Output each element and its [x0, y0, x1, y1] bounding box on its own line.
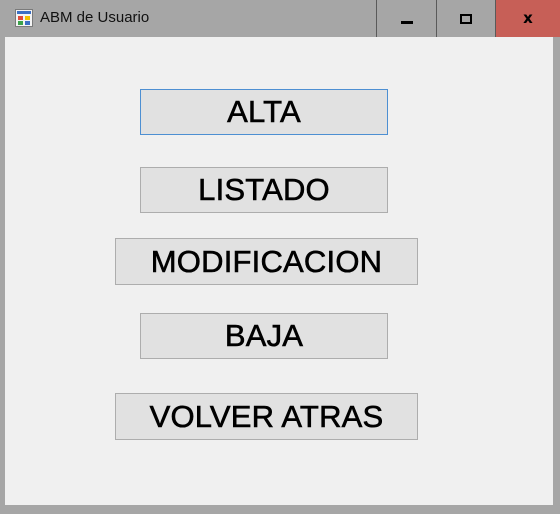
- modificacion-button[interactable]: MODIFICACION: [115, 238, 418, 285]
- baja-button[interactable]: BAJA: [140, 313, 388, 359]
- volver-atras-button[interactable]: VOLVER ATRAS: [115, 393, 418, 440]
- maximize-button[interactable]: [436, 0, 495, 37]
- minimize-icon: [400, 21, 413, 24]
- close-button[interactable]: x: [495, 0, 560, 37]
- window-title: ABM de Usuario: [40, 9, 150, 26]
- listado-button[interactable]: LISTADO: [140, 167, 388, 213]
- title-bar[interactable]: ABM de Usuario x: [0, 0, 560, 37]
- form-client-area: ALTA LISTADO MODIFICACION BAJA VOLVER AT…: [5, 37, 553, 505]
- maximize-icon: [460, 13, 472, 24]
- minimize-button[interactable]: [376, 0, 436, 37]
- alta-button[interactable]: ALTA: [140, 89, 388, 135]
- close-icon: x: [523, 9, 533, 27]
- app-icon: [15, 9, 33, 27]
- abm-usuario-window: ABM de Usuario x ALTA LISTADO MODIFICACI…: [0, 0, 560, 514]
